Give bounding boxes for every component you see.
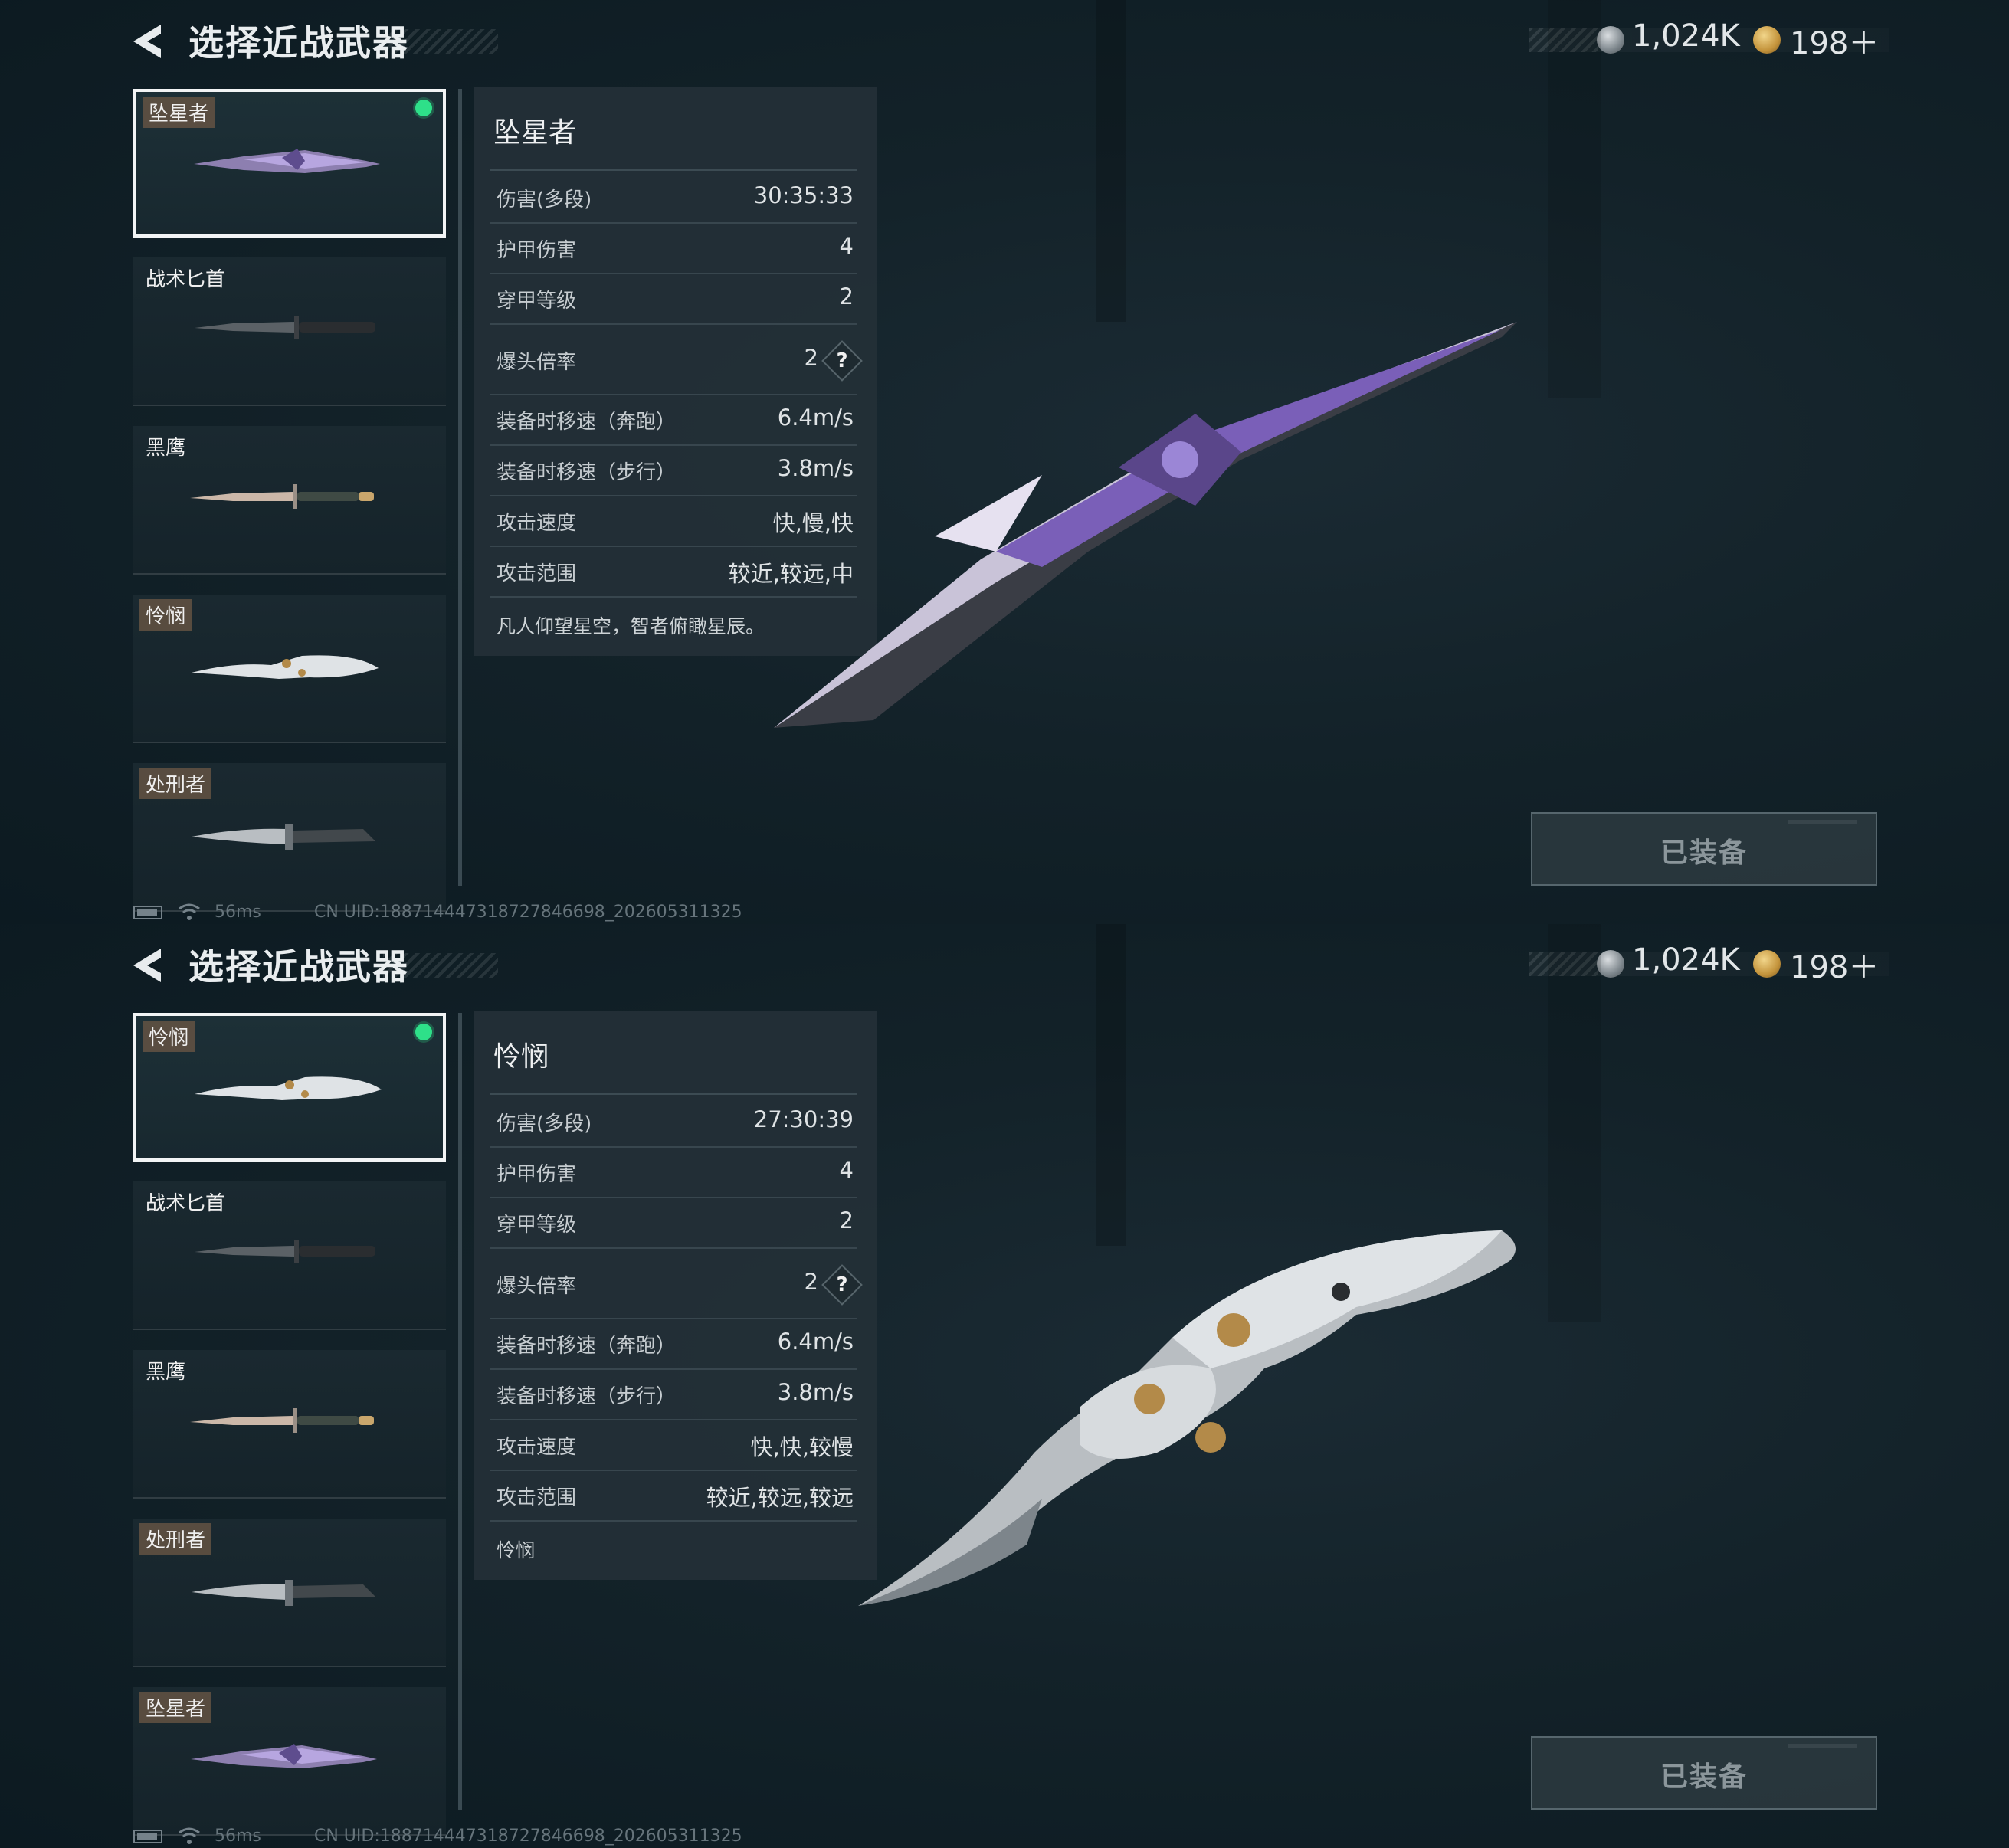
executioner-knife-icon [192, 1580, 375, 1606]
back-arrow-icon[interactable] [130, 945, 170, 985]
battery-icon [133, 1830, 162, 1843]
page-title: 选择近战武器 [188, 22, 409, 64]
status-bar: 56ms CN UID:188714447318727846698_202605… [133, 1825, 823, 1848]
list-scrollbar[interactable] [458, 1013, 462, 1810]
wifi-icon [179, 1827, 200, 1844]
weapon-name: 坠星者 [493, 117, 577, 149]
weapon-card-label: 黑鹰 [146, 437, 186, 460]
status-bar: 56ms CN UID:1887144473187278466​98_20260… [133, 901, 823, 924]
weapon-card-label: 怜悯 [143, 1021, 195, 1052]
gold-amount[interactable]: 198＋ [1790, 942, 1879, 987]
tactical-knife-icon [195, 316, 375, 339]
weapon-card-starfall[interactable]: 坠星者 [133, 89, 446, 238]
executioner-knife-icon [192, 824, 375, 850]
weapon-stats-panel: 怜悯 伤害(多段) 27:30:39 护甲伤害 4 穿甲等级 2 爆头倍率 2 … [474, 1011, 877, 1580]
mercy-knife-icon [192, 655, 379, 679]
weapon-card-executioner[interactable]: 处刑者 [133, 763, 446, 912]
currency-bar: 1,024K 198＋ [1529, 941, 1889, 988]
weapon-card-black-hawk[interactable]: 黑鹰 [133, 1350, 446, 1499]
uid-text: CN UID:188714447318727846698_20260531132… [314, 1827, 742, 1846]
weapon-card-mercy[interactable]: 怜悯 [133, 595, 446, 743]
stat-row: 攻击速度 快,快,较慢 [490, 1420, 857, 1471]
currency-bar: 1,024K 198＋ [1529, 17, 1889, 64]
silver-coin-icon [1597, 26, 1624, 54]
weapon-card-label: 坠星者 [143, 97, 215, 128]
weapon-card-label: 黑鹰 [146, 1361, 186, 1384]
stat-row: 护甲伤害 4 [490, 1148, 857, 1198]
black-hawk-knife-icon [190, 484, 374, 509]
wifi-icon [179, 903, 200, 920]
tactical-knife-icon [195, 1240, 375, 1263]
weapon-description: 怜悯 [497, 1539, 536, 1561]
weapon-card-executioner[interactable]: 处刑者 [133, 1519, 446, 1667]
page-title: 选择近战武器 [188, 946, 409, 988]
weapon-card-label: 怜悯 [139, 599, 192, 631]
weapon-card-label: 战术匕首 [146, 1192, 226, 1215]
weapon-card-label: 坠星者 [139, 1692, 212, 1723]
weapon-card-mercy[interactable]: 怜悯 [133, 1013, 446, 1162]
gold-amount[interactable]: 198＋ [1790, 18, 1879, 63]
weapon-card-black-hawk[interactable]: 黑鹰 [133, 426, 446, 575]
stat-row: 装备时移速（步行） 3.8m/s [490, 1370, 857, 1420]
back-arrow-icon[interactable] [130, 21, 170, 61]
weapon-card-label: 处刑者 [139, 768, 212, 799]
stat-row: 伤害(多段) 27:30:39 [490, 1097, 857, 1148]
silver-amount: 1,024K [1632, 942, 1740, 978]
list-scrollbar[interactable] [458, 89, 462, 886]
equipped-indicator-icon [415, 1024, 432, 1040]
equipped-button[interactable]: 已装备 [1531, 1736, 1877, 1810]
gold-coin-icon [1753, 950, 1781, 978]
silver-coin-icon [1597, 950, 1624, 978]
stat-row: 穿甲等级 2 [490, 1198, 857, 1249]
stat-row: 攻击范围 较近,较远,较远 [490, 1471, 857, 1522]
ping-text: 56ms [215, 1827, 261, 1846]
starfall-knife-icon [191, 1744, 377, 1768]
uid-text: CN UID:1887144473187278466​98_2026053113… [314, 903, 742, 922]
stat-row: 护甲伤害 4 [490, 224, 857, 274]
gold-coin-icon [1753, 26, 1781, 54]
mercy-knife-icon [195, 1076, 382, 1100]
battery-icon [133, 906, 162, 919]
stat-row: 伤害(多段) 30:35:33 [490, 173, 857, 224]
weapon-name: 怜悯 [493, 1041, 549, 1073]
weapon-card-tactical-knife[interactable]: 战术匕首 [133, 1181, 446, 1330]
weapon-list: 怜悯 战术匕首 黑鹰 处刑者 坠星者 [133, 1013, 446, 1836]
title-decoration [383, 29, 498, 54]
starfall-knife-preview [774, 322, 1517, 728]
title-decoration [383, 953, 498, 978]
stat-row: 爆头倍率 2 ? [490, 1249, 863, 1319]
ping-text: 56ms [215, 903, 261, 922]
weapon-select-screen-2: 选择近战武器 1,024K 198＋ 怜悯 战术匕首 黑鹰 处刑者 坠星者 怜悯… [0, 924, 2009, 1848]
black-hawk-knife-icon [190, 1408, 374, 1433]
weapon-card-starfall[interactable]: 坠星者 [133, 1687, 446, 1836]
weapon-description: 凡人仰望星空，智者俯瞰星辰。 [497, 615, 765, 637]
stat-row: 装备时移速（奔跑） 6.4m/s [490, 1319, 857, 1370]
silver-amount: 1,024K [1632, 18, 1740, 54]
weapon-card-tactical-knife[interactable]: 战术匕首 [133, 257, 446, 406]
mercy-knife-preview [858, 1230, 1516, 1606]
weapon-list: 坠星者 战术匕首 黑鹰 怜悯 处刑者 [133, 89, 446, 912]
starfall-knife-icon [194, 149, 380, 173]
equipped-button[interactable]: 已装备 [1531, 812, 1877, 886]
weapon-card-label: 战术匕首 [146, 268, 226, 291]
equipped-indicator-icon [415, 100, 432, 116]
weapon-card-label: 处刑者 [139, 1523, 212, 1555]
weapon-select-screen-1: 选择近战武器 1,024K 198＋ 坠星者 战术匕首 黑鹰 怜悯 处刑者 坠星… [0, 0, 2009, 924]
